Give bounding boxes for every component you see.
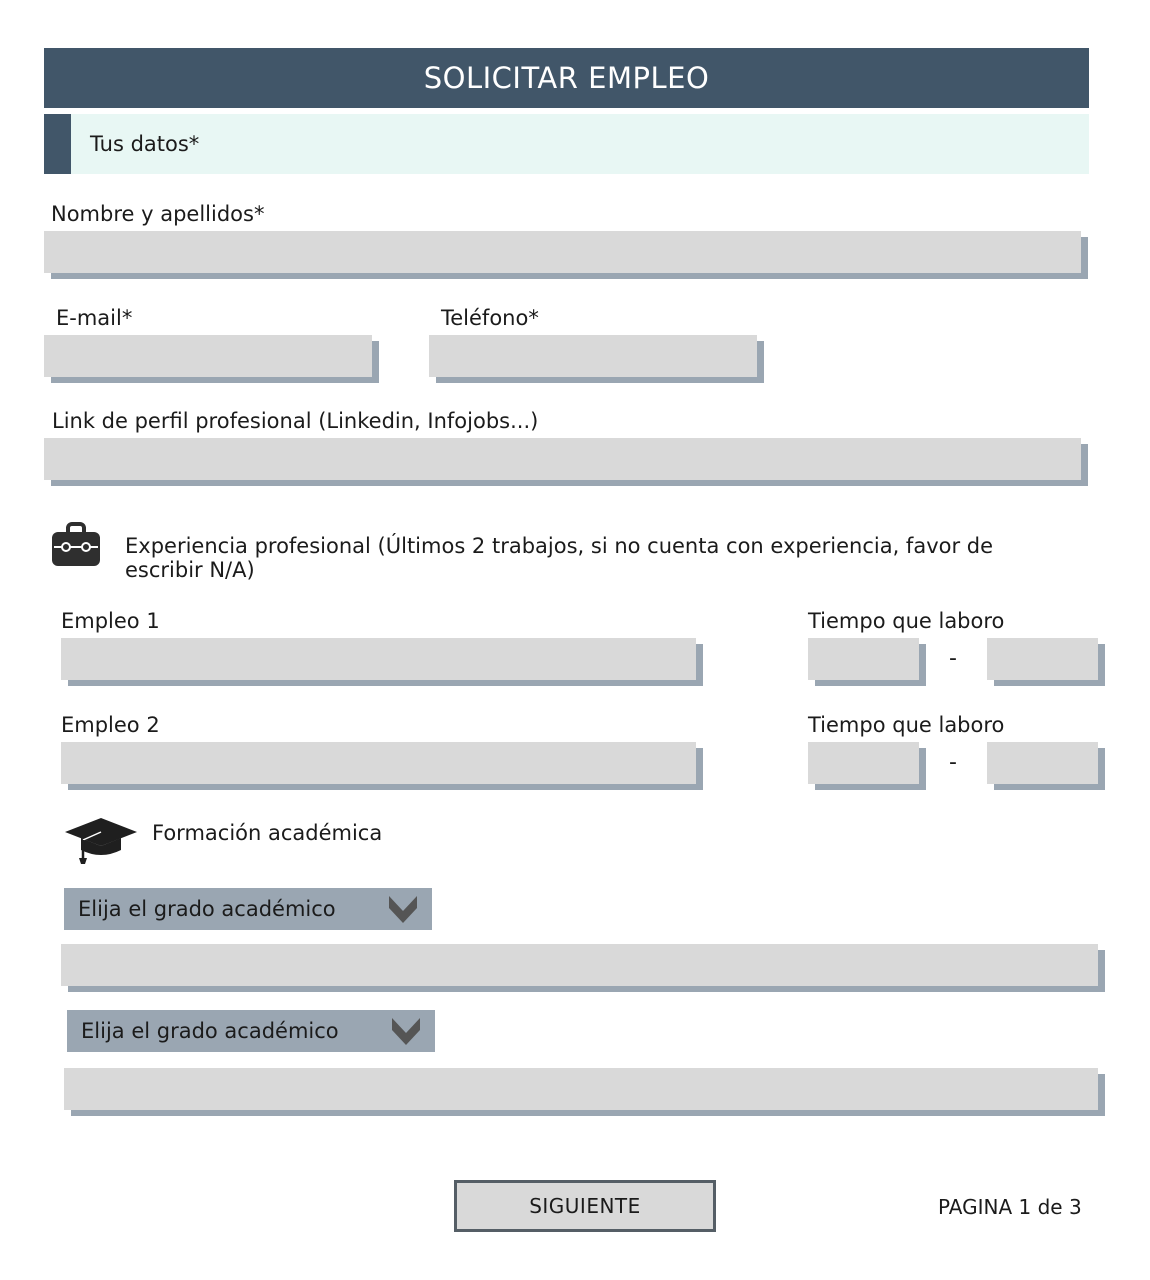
fullname-input[interactable] [44, 231, 1081, 273]
job1-label: Empleo 1 [61, 609, 160, 633]
experience-heading: Experiencia profesional (Últimos 2 traba… [125, 534, 1100, 582]
degree-select-2[interactable]: Elija el grado académico [67, 1010, 435, 1052]
job1-input[interactable] [61, 638, 696, 680]
personal-section-title: Tus datos* [90, 132, 200, 156]
education-heading: Formación académica [152, 821, 383, 845]
job1-time-separator: - [949, 646, 957, 671]
experience-heading-line1: Experiencia profesional (Últimos 2 traba… [125, 534, 994, 558]
job1-start-input[interactable] [808, 638, 919, 680]
briefcase-icon [51, 522, 101, 572]
email-input[interactable] [44, 335, 372, 377]
phone-label: Teléfono* [441, 306, 539, 330]
degree-select-1-value: Elija el grado académico [78, 897, 336, 921]
personal-section-bar: Tus datos* [44, 114, 1089, 174]
job2-label: Empleo 2 [61, 713, 160, 737]
degree-select-1[interactable]: Elija el grado académico [64, 888, 432, 930]
graduation-cap-icon [63, 814, 139, 870]
chevron-down-icon [391, 1016, 421, 1046]
degree-select-2-value: Elija el grado académico [81, 1019, 339, 1043]
job2-end-input[interactable] [987, 742, 1098, 784]
next-button[interactable]: SIGUIENTE [454, 1180, 716, 1232]
degree-detail-input-2[interactable] [64, 1068, 1098, 1110]
form-header: SOLICITAR EMPLEO [44, 48, 1089, 108]
experience-heading-line2: escribir N/A) [125, 558, 255, 582]
degree-detail-input-1[interactable] [61, 944, 1098, 986]
fullname-label: Nombre y apellidos* [51, 202, 265, 226]
job2-time-label: Tiempo que laboro [808, 713, 1005, 737]
profile-link-label: Link de perfil profesional (Linkedin, In… [52, 409, 539, 433]
profile-link-input[interactable] [44, 438, 1081, 480]
job2-start-input[interactable] [808, 742, 919, 784]
phone-input[interactable] [429, 335, 757, 377]
job2-time-separator: - [949, 750, 957, 775]
job1-time-label: Tiempo que laboro [808, 609, 1005, 633]
email-label: E-mail* [56, 306, 133, 330]
form-title: SOLICITAR EMPLEO [423, 61, 710, 95]
job1-end-input[interactable] [987, 638, 1098, 680]
chevron-down-icon [388, 894, 418, 924]
page-indicator: PAGINA 1 de 3 [938, 1195, 1082, 1219]
job2-input[interactable] [61, 742, 696, 784]
section-accent [44, 114, 71, 174]
